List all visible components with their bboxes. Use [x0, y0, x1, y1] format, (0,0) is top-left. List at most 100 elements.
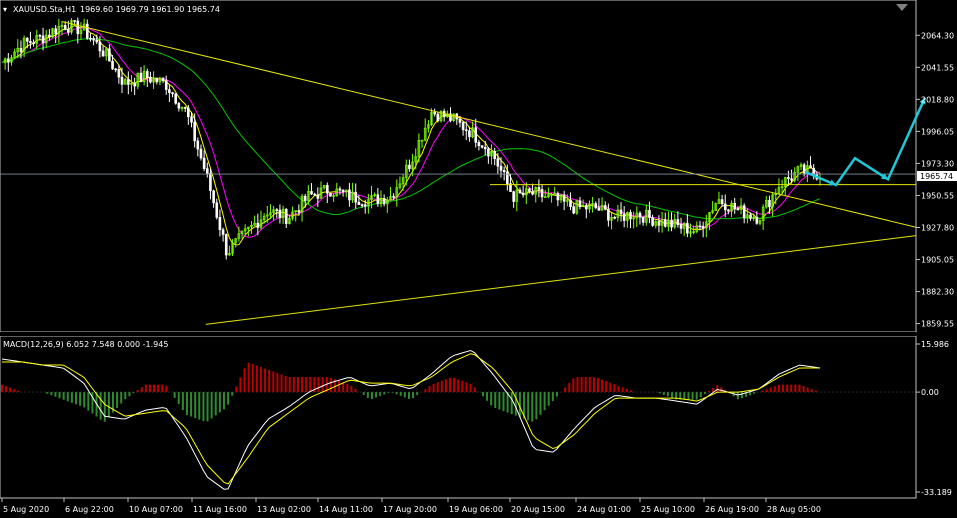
candle-body [19, 47, 23, 52]
candle-body [603, 205, 607, 210]
candle-body [111, 60, 114, 70]
candle-body [38, 34, 42, 37]
candle-body [341, 189, 345, 193]
candle-body [218, 217, 222, 230]
main-chart-pane[interactable] [0, 0, 917, 333]
candle-body [215, 202, 219, 218]
candle-body [458, 118, 462, 123]
candle-body [594, 203, 598, 209]
candle-body [638, 212, 642, 218]
candle-body [528, 188, 531, 192]
candle-body [578, 200, 582, 208]
candle-body [145, 71, 149, 78]
time-tick-label: 24 Aug 01:00 [577, 505, 631, 514]
price-tick-label: 1905.05 [921, 256, 954, 265]
candle-body [679, 224, 683, 229]
symbol-label: XAUUSD.Sta,H1 [13, 5, 76, 14]
candle-body [382, 197, 386, 205]
candle-body [540, 189, 544, 198]
candle-body [98, 41, 102, 52]
candle-body [25, 37, 29, 42]
candle-body [127, 79, 130, 85]
chart-header-triangle-icon: ▾ [3, 5, 7, 14]
time-tick-label: 19 Aug 06:00 [449, 505, 503, 514]
candle-body [408, 164, 411, 170]
candle-body [572, 206, 575, 214]
candle-body [562, 194, 566, 202]
time-tick-label: 14 Aug 11:00 [319, 505, 373, 514]
candle-body [521, 192, 525, 196]
candle-body [556, 193, 560, 201]
candle-body [474, 127, 478, 143]
candle-body [502, 170, 506, 173]
ma-mid-line [1, 27, 821, 238]
candle-body [7, 58, 10, 63]
candle-body [120, 76, 124, 85]
candle-body [101, 50, 105, 57]
candle-body [183, 107, 187, 109]
candle-body [54, 28, 57, 35]
candle-body [174, 93, 178, 104]
candle-body [461, 122, 465, 131]
candle-body [392, 196, 395, 198]
candle-body [493, 150, 496, 160]
chart-shift-icon[interactable] [896, 4, 908, 11]
price-tick-label: 2041.55 [921, 63, 954, 72]
candle-body [676, 219, 680, 225]
candle-body [278, 209, 282, 219]
candle-body [723, 203, 727, 211]
candle-body [275, 209, 279, 211]
candle-body [613, 216, 617, 219]
pane-separator[interactable] [0, 332, 916, 336]
trendline-lower [205, 235, 917, 325]
candle-body [496, 158, 500, 167]
candle-body [512, 191, 515, 202]
candle-body [95, 39, 99, 43]
candle-body [348, 189, 351, 201]
price-tick-label: 1973.30 [921, 159, 954, 168]
macd-header-label: MACD(12,26,9) 6.052 7.548 0.000 -1.945 [3, 340, 168, 349]
chart-window[interactable]: 2064.30 2041.55 2018.80 1996.05 1973.30 1950.… [0, 0, 957, 518]
candle-body [205, 168, 209, 174]
candle-body [464, 129, 468, 132]
time-tick-label: 28 Aug 05:00 [767, 505, 821, 514]
candle-body [768, 199, 771, 208]
time-tick-label: 26 Aug 19:00 [705, 505, 759, 514]
price-tick-label: 1859.55 [921, 320, 954, 329]
price-tick-label: 1950.55 [921, 191, 954, 200]
time-tick-label: 11 Aug 16:00 [193, 505, 247, 514]
candle-body [63, 25, 67, 30]
candle-body [326, 185, 329, 194]
candle-body [518, 189, 522, 194]
price-tick-label: 2018.80 [921, 95, 954, 104]
candle-body [480, 145, 484, 148]
macd-tick-label: 15.986 [921, 340, 949, 349]
candle-body [221, 229, 225, 235]
candle-body [297, 210, 301, 213]
price-tick-label: 1996.05 [921, 127, 954, 136]
candle-body [651, 217, 654, 226]
candle-body [164, 80, 168, 90]
candle-body [357, 201, 361, 205]
candle-body [755, 216, 759, 224]
macd-pane[interactable] [0, 335, 917, 499]
candle-body [114, 68, 117, 71]
candle-body [483, 147, 487, 150]
candle-body [329, 192, 332, 197]
time-tick-label: 6 Aug 22:00 [65, 505, 114, 514]
candle-body [720, 199, 724, 205]
candle-body [149, 77, 152, 83]
candle-body [209, 173, 212, 192]
candle-body [537, 187, 541, 190]
candle-body [193, 121, 196, 142]
candle-body [29, 40, 32, 43]
candle-body [212, 190, 215, 204]
candle-body [117, 68, 121, 78]
candle-body [89, 37, 92, 40]
candle-body [168, 89, 171, 93]
candle-body [584, 205, 588, 210]
candle-body [190, 116, 193, 123]
candlesticks [3, 17, 822, 260]
macd-indicator [0, 349, 916, 490]
macd-tick-label: 0.00 [921, 388, 939, 397]
